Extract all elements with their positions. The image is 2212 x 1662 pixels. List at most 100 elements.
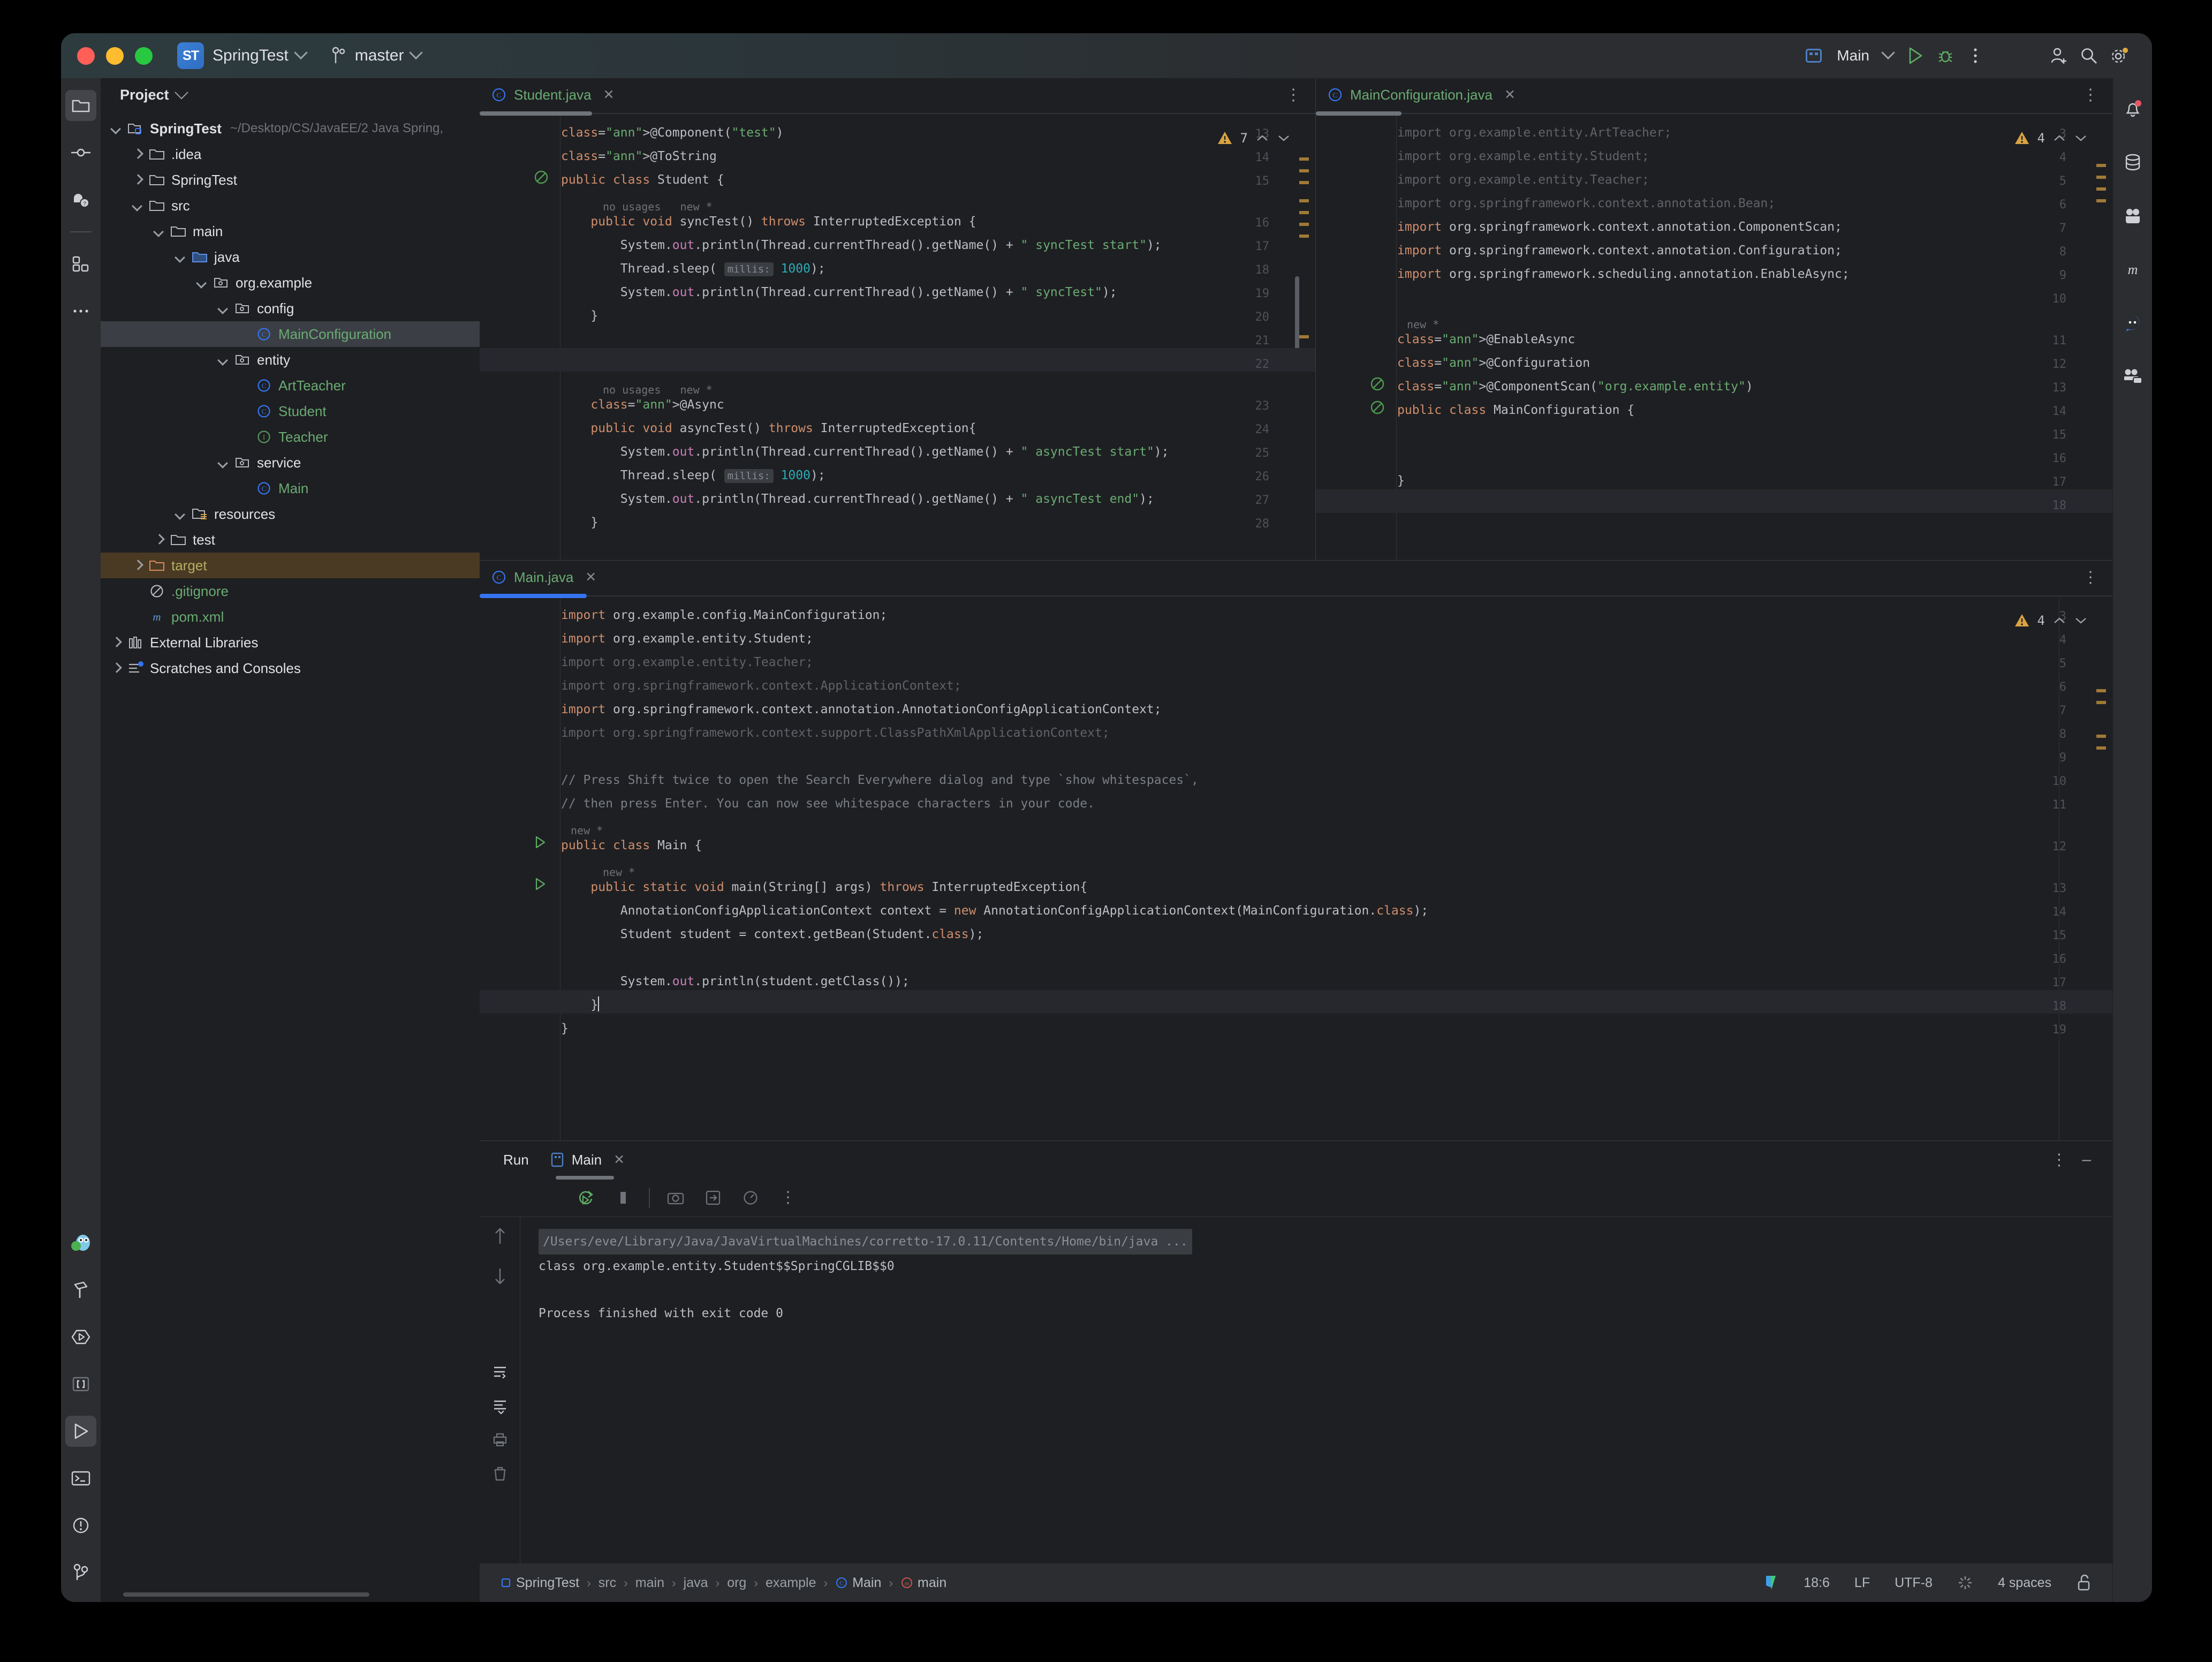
close-icon[interactable]: ✕ [603,87,615,103]
tree-node-target[interactable]: target [101,553,480,578]
code-line[interactable]: import org.example.config.MainConfigurat… [561,603,887,627]
code-line[interactable]: import org.springframework.context.Appli… [561,674,961,698]
project-tree[interactable]: SpringTest~/Desktop/CS/JavaEE/2 Java Spr… [101,111,480,1602]
line-separator[interactable]: LF [1854,1575,1870,1591]
tree-node-java[interactable]: java [101,244,480,270]
chevron-right-icon[interactable] [109,661,123,675]
inspection-widget-main[interactable]: 4 [2014,609,2088,632]
run-tool-button[interactable] [65,1416,96,1447]
chevron-up-icon[interactable] [1255,133,1269,143]
tree-node-config[interactable]: config [101,296,480,321]
soft-wrap-button[interactable] [701,1186,725,1210]
tree-node-scratches-and-consoles[interactable]: Scratches and Consoles [101,655,480,681]
breadcrumb-item[interactable]: org [727,1575,746,1591]
code-line[interactable]: // then press Enter. You can now see whi… [561,792,1095,815]
code-line[interactable]: public class Main { [561,834,702,857]
code-line[interactable]: public class Student { [561,168,724,192]
commit-tool-button[interactable] [65,137,96,168]
code-line[interactable]: Thread.sleep( millis: 1000); [561,257,825,281]
tree-node-org-example[interactable]: org.example [101,270,480,296]
minimize-window-button[interactable] [106,47,124,65]
code-line[interactable]: import org.springframework.context.suppo… [561,721,1110,745]
more-actions-button[interactable] [1960,41,1990,71]
code-line[interactable]: System.out.println(Thread.currentThread(… [561,440,1169,464]
code-line[interactable]: } [561,1017,569,1040]
version-control-tool-button[interactable] [65,1557,96,1588]
code-line[interactable]: import org.springframework.context.annot… [1397,215,1842,239]
tree-node-teacher[interactable]: ITeacher [101,424,480,450]
chevron-down-icon[interactable] [173,507,187,521]
chevron-up-icon[interactable] [2052,616,2066,625]
run-configuration-selector[interactable]: Main [1798,44,1900,67]
chevron-down-icon[interactable] [195,276,209,290]
scroll-to-end-button[interactable] [492,1398,508,1414]
breadcrumb-item[interactable]: main [635,1575,664,1591]
editor-options-button[interactable]: ⋮ [1285,86,1302,104]
code-line[interactable]: System.out.println(Thread.currentThread(… [561,487,1154,511]
tree-node-springtest[interactable]: SpringTest~/Desktop/CS/JavaEE/2 Java Spr… [101,116,480,141]
run-console[interactable]: /Users/eve/Library/Java/JavaVirtualMachi… [480,1217,2112,1563]
code-line[interactable]: public void syncTest() throws Interrupte… [561,210,976,233]
idea-vcs-icon[interactable] [1764,1574,1779,1592]
code-line[interactable]: AnnotationConfigApplicationContext conte… [561,899,1428,923]
inspection-widget-mainconfiguration[interactable]: 4 [2014,126,2088,150]
run-gutter-icon[interactable] [533,877,547,892]
close-icon[interactable]: ✕ [613,1152,625,1168]
next-occurrence-button[interactable] [493,1265,507,1287]
code-line[interactable]: public class MainConfiguration { [1397,398,1634,422]
breadcrumb-item[interactable]: CMain [835,1575,881,1591]
tree-node-main[interactable]: main [101,218,480,244]
code-line[interactable]: import org.example.entity.Student; [561,627,813,651]
caret-position[interactable]: 18:6 [1804,1575,1830,1591]
project-panel-header[interactable]: Project [101,78,480,111]
code-line[interactable]: public void asyncTest() throws Interrupt… [561,417,976,440]
close-icon[interactable]: ✕ [1504,87,1516,103]
tree-node-pom-xml[interactable]: mpom.xml [101,604,480,630]
background-tasks-spinner-icon[interactable] [1957,1575,1973,1591]
bean-validation-tool-button[interactable] [65,1369,96,1400]
prev-occurrence-button[interactable] [493,1226,507,1247]
chevron-down-icon[interactable] [2074,133,2088,143]
code-line[interactable]: public static void main(String[] args) t… [561,875,1087,899]
code-line[interactable]: class="ann">@Async [561,393,724,417]
project-tool-button[interactable] [65,90,96,121]
branch-dropdown[interactable]: master [331,47,421,65]
chevron-right-icon[interactable] [131,173,145,187]
database-tool-button[interactable] [2117,147,2148,178]
structure-tool-button[interactable] [65,248,96,279]
code-editor-student[interactable]: 7 13class="ann">@Component("test")14clas… [480,116,1315,560]
chevron-down-icon[interactable] [109,122,123,135]
breadcrumb-item[interactable]: mmain [900,1575,946,1591]
tree-node--gitignore[interactable]: .gitignore [101,578,480,604]
editor-hscrollbar-student[interactable] [480,111,1315,116]
code-line[interactable]: } [561,304,598,328]
breadcrumb-item[interactable]: example [766,1575,816,1591]
spring-bean-gutter-icon[interactable] [533,169,549,185]
ai-chat-tool-button[interactable] [2117,307,2148,338]
code-line[interactable]: import org.springframework.context.annot… [1397,239,1842,262]
tree-node-springtest[interactable]: SpringTest [101,167,480,193]
code-with-me-tool-button[interactable] [2117,361,2148,392]
chevron-down-icon[interactable] [152,224,166,238]
code-line[interactable]: System.out.println(Thread.currentThread(… [561,281,1117,304]
more-tool-windows-button[interactable] [65,296,96,327]
tree-node-artteacher[interactable]: CArtTeacher [101,373,480,398]
tab-student-java[interactable]: C Student.java ✕ [480,78,626,111]
tree-node-mainconfiguration[interactable]: CMainConfiguration [101,321,480,347]
chevron-down-icon[interactable] [216,456,230,470]
code-line[interactable]: import org.example.entity.Student; [1397,145,1649,168]
tab-mainconfiguration-java[interactable]: C MainConfiguration.java ✕ [1316,78,1527,111]
chevron-down-icon[interactable] [216,301,230,315]
code-line[interactable]: } [561,511,598,534]
project-tree-hscrollbar[interactable] [123,1592,369,1597]
notifications-tool-button[interactable] [2117,93,2148,124]
clear-console-button[interactable] [493,1465,507,1482]
maven-panel-button[interactable]: m [2117,254,2148,285]
code-line[interactable]: import org.example.entity.Teacher; [561,651,813,674]
maven-tool-button[interactable] [65,1274,96,1305]
code-line[interactable]: // Press Shift twice to open the Search … [561,768,1199,792]
spring-bean-gutter-icon[interactable] [1369,376,1385,392]
run-anything-tool-button[interactable] [65,1321,96,1353]
tree-node-resources[interactable]: resources [101,501,480,527]
rerun-button[interactable] [574,1186,597,1210]
